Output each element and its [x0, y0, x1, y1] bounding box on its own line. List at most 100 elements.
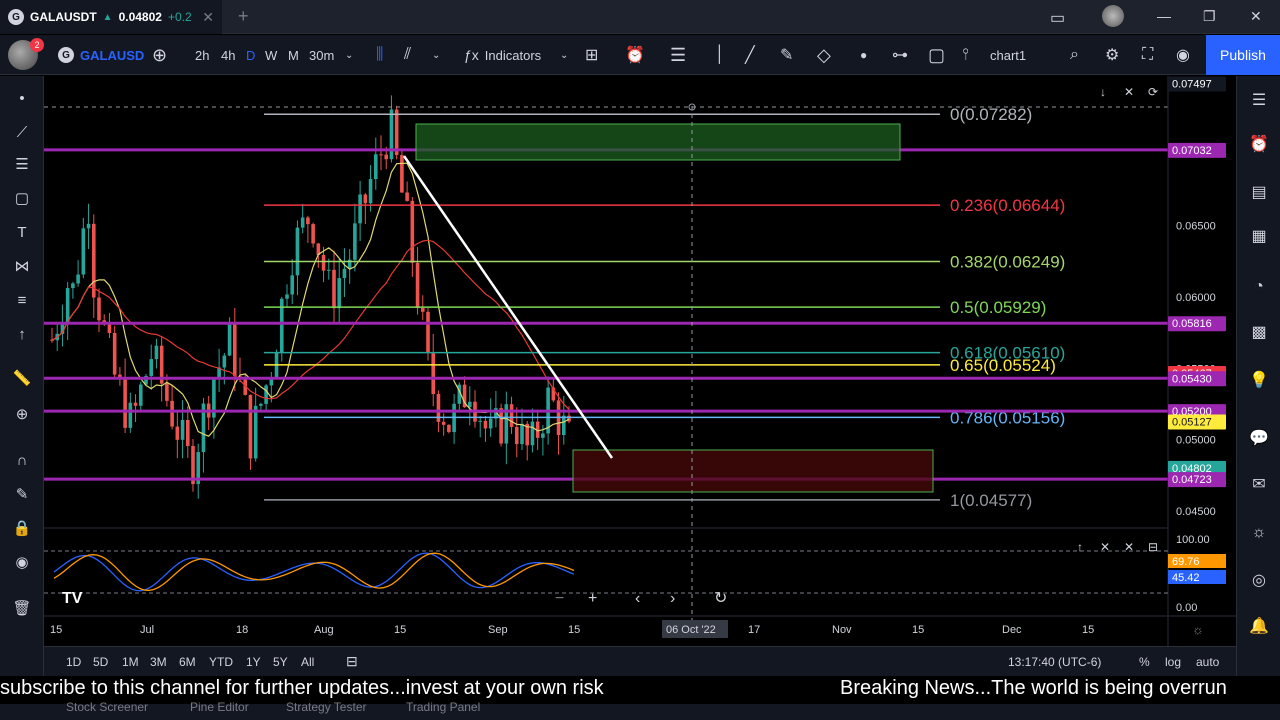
pane-maximize-icon[interactable]: ⊟ [1148, 540, 1158, 554]
range-3m[interactable]: 3M [150, 655, 167, 669]
restore-icon[interactable]: ❐ [1203, 8, 1216, 25]
search-icon[interactable]: ⌕ [1070, 35, 1079, 75]
scroll-down-icon[interactable]: ↓ [1100, 85, 1106, 99]
cursor-dot-icon[interactable]: • [11, 88, 33, 110]
range-1y[interactable]: 1Y [246, 655, 261, 669]
pane-collapse-icon[interactable]: ✕ [1124, 540, 1134, 554]
interval-d[interactable]: D [246, 35, 255, 75]
chart-type-dropdown-icon[interactable]: ⌄ [432, 35, 440, 75]
streams-icon[interactable]: ◎ [1248, 570, 1270, 592]
interval-m[interactable]: M [288, 35, 299, 75]
symbol-search-button[interactable]: G GALAUSD [58, 35, 144, 75]
trash-icon[interactable]: 🗑 [11, 598, 33, 620]
notifications-bell-icon[interactable]: 🔔 [1248, 616, 1270, 638]
panel-pine-editor[interactable]: Pine Editor [190, 700, 249, 714]
range-5d[interactable]: 5D [93, 655, 108, 669]
auto-toggle[interactable]: auto [1196, 655, 1219, 669]
range-1d[interactable]: 1D [66, 655, 81, 669]
price-chart[interactable]: 0(0.07282) 0.236(0.06644) 0.382(0.06249) 0.… [44, 76, 1236, 646]
range-1m[interactable]: 1M [122, 655, 139, 669]
publish-button[interactable]: Publish [1206, 35, 1280, 75]
trend-line-tool-icon[interactable]: ⟋ [11, 122, 33, 144]
axis-close-icon[interactable]: ✕ [1124, 85, 1134, 99]
rectangle-icon[interactable]: ▢ [928, 35, 945, 75]
horizontal-lines-tool-icon[interactable]: ☰ [11, 154, 33, 176]
fib-icon[interactable]: ⫯ [962, 35, 969, 75]
new-tab-icon[interactable]: + [238, 6, 249, 27]
pane-up-icon[interactable]: ↑ [1077, 540, 1083, 554]
data-window-icon[interactable]: ▤ [1248, 182, 1270, 204]
ideas-lightbulb-icon[interactable]: 💡 [1248, 370, 1270, 392]
watchlist-icon[interactable]: ☰ [1248, 90, 1270, 112]
alarm-clock-icon[interactable]: ⏰ [1248, 134, 1270, 156]
date-range-icon[interactable]: ⊟ [346, 653, 358, 670]
interval-dropdown-icon[interactable]: ⌄ [345, 35, 353, 75]
zoom-in-icon[interactable]: ⊕ [11, 404, 33, 426]
candles-icon[interactable]: ⫼ [376, 35, 383, 75]
templates-icon[interactable]: ⊞ [585, 35, 598, 75]
dot-icon[interactable]: ● [860, 35, 867, 75]
bar-style-icon[interactable]: ⫽ [404, 35, 411, 75]
screen-icon[interactable]: ▭ [1050, 8, 1065, 28]
messages-icon[interactable]: ✉ [1248, 474, 1270, 496]
lock-icon[interactable]: 🔒 [11, 518, 33, 540]
gear-icon[interactable]: ⚙ [1105, 35, 1119, 75]
brush-icon[interactable]: ✎ [780, 35, 793, 75]
panel-trading-panel[interactable]: Trading Panel [406, 700, 480, 714]
signals-icon[interactable]: ☼ [1248, 522, 1270, 544]
fib-tool-icon[interactable]: ≡ [11, 290, 33, 312]
range-5y[interactable]: 5Y [273, 655, 288, 669]
calendar-icon[interactable]: ▩ [1248, 322, 1270, 344]
compare-add-icon[interactable]: ⊕ [152, 35, 167, 75]
scroll-left-icon[interactable]: ‹ [635, 590, 640, 607]
eye-icon[interactable]: ◉ [11, 552, 33, 574]
scroll-right-icon[interactable]: › [670, 590, 675, 607]
panel-stock-screener[interactable]: Stock Screener [66, 700, 148, 714]
tab-close-icon[interactable]: ✕ [202, 9, 214, 26]
trend-line-icon[interactable]: ╱ [745, 35, 755, 75]
reset-chart-icon[interactable]: ↻ [714, 590, 727, 607]
range-6m[interactable]: 6M [179, 655, 196, 669]
interval-30m[interactable]: 30m [309, 35, 334, 75]
layout-name[interactable]: chart1 [990, 35, 1026, 75]
ruler-tool-icon[interactable]: 📏 [11, 368, 33, 390]
indicators-button[interactable]: ƒx Indicators [464, 35, 541, 75]
pattern-tool-icon[interactable]: ⋈ [11, 256, 33, 278]
range-ytd[interactable]: YTD [209, 655, 233, 669]
supply-zone-box[interactable] [415, 123, 901, 161]
text-tool-icon[interactable]: T [11, 222, 33, 244]
interval-w[interactable]: W [265, 35, 277, 75]
interval-4h[interactable]: 4h [221, 35, 235, 75]
minimize-icon[interactable]: — [1157, 8, 1171, 24]
time-axis-settings-icon[interactable]: ☼ [1192, 622, 1204, 637]
log-toggle[interactable]: log [1165, 655, 1181, 669]
clock-time[interactable]: 13:17:40 (UTC-6) [1008, 655, 1101, 669]
news-icon[interactable]: ▦ [1248, 226, 1270, 248]
hotlist-icon[interactable]: ◔ [1248, 276, 1270, 298]
pencil-lock-icon[interactable]: ✎ [11, 484, 33, 506]
zoom-out-icon[interactable]: − [555, 590, 564, 607]
percent-toggle[interactable]: % [1139, 655, 1150, 669]
zoom-in-nav-icon[interactable]: + [588, 590, 597, 607]
user-avatar-icon[interactable] [1102, 5, 1124, 27]
vertical-line-icon[interactable]: │ [715, 35, 725, 75]
panel-strategy-tester[interactable]: Strategy Tester [286, 700, 366, 714]
shape-icon[interactable]: ◇ [817, 35, 831, 75]
alert-icon[interactable]: ⏰ [625, 35, 645, 75]
indicators-dropdown-icon[interactable]: ⌄ [560, 35, 568, 75]
rectangle-tool-icon[interactable]: ▢ [11, 188, 33, 210]
camera-icon[interactable]: ◉ [1176, 35, 1190, 75]
horizontal-ray-icon[interactable]: ⊶ [892, 35, 908, 75]
menu-lines-icon[interactable]: ☰ [670, 35, 686, 75]
axis-refresh-icon[interactable]: ⟳ [1148, 85, 1158, 99]
magnet-icon[interactable]: ∩ [11, 450, 33, 472]
interval-2h[interactable]: 2h [195, 35, 209, 75]
range-all[interactable]: All [301, 655, 314, 669]
pane-close-icon[interactable]: ✕ [1100, 540, 1110, 554]
arrow-up-tool-icon[interactable]: ↑ [11, 324, 33, 346]
chat-icon[interactable]: 💬 [1248, 428, 1270, 450]
symbol-tab[interactable]: G GALAUSDT ▲ 0.04802 +0.2 ✕ [0, 0, 222, 34]
fullscreen-icon[interactable]: ⛶ [1142, 35, 1153, 75]
tradingview-logo[interactable]: TV [62, 590, 83, 607]
close-window-icon[interactable]: ✕ [1250, 8, 1262, 25]
